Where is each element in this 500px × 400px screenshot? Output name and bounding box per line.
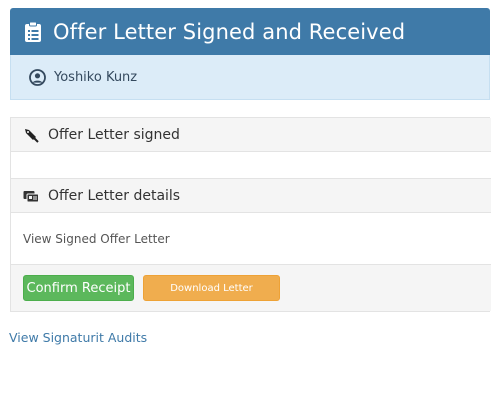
signed-section-label: Offer Letter signed <box>48 126 180 143</box>
details-section-body: View Signed Offer Letter <box>11 213 491 265</box>
download-letter-button[interactable]: Download Letter <box>143 275 280 301</box>
clipboard-icon <box>25 21 41 42</box>
confirm-receipt-button[interactable]: Confirm Receipt <box>23 275 134 301</box>
signed-section-body <box>11 152 491 179</box>
user-name: Yoshiko Kunz <box>54 69 138 85</box>
panel-footer: Confirm Receipt Download Letter <box>11 265 491 311</box>
id-card-icon <box>23 190 39 202</box>
user-circle-icon <box>29 68 46 86</box>
view-signaturit-audits-link[interactable]: View Signaturit Audits <box>9 330 147 345</box>
details-section-header: Offer Letter details <box>11 179 491 213</box>
page-title: Offer Letter Signed and Received <box>53 19 406 44</box>
user-bar: Yoshiko Kunz <box>10 55 490 100</box>
details-section-label: Offer Letter details <box>48 187 181 204</box>
signed-section-header: Offer Letter signed <box>11 118 491 152</box>
view-signed-offer-letter-link[interactable]: View Signed Offer Letter <box>23 232 170 246</box>
offer-letter-panel: Offer Letter signed Offer Letter details… <box>10 117 491 312</box>
page-header: Offer Letter Signed and Received <box>10 8 490 55</box>
pen-nib-icon <box>25 128 39 143</box>
